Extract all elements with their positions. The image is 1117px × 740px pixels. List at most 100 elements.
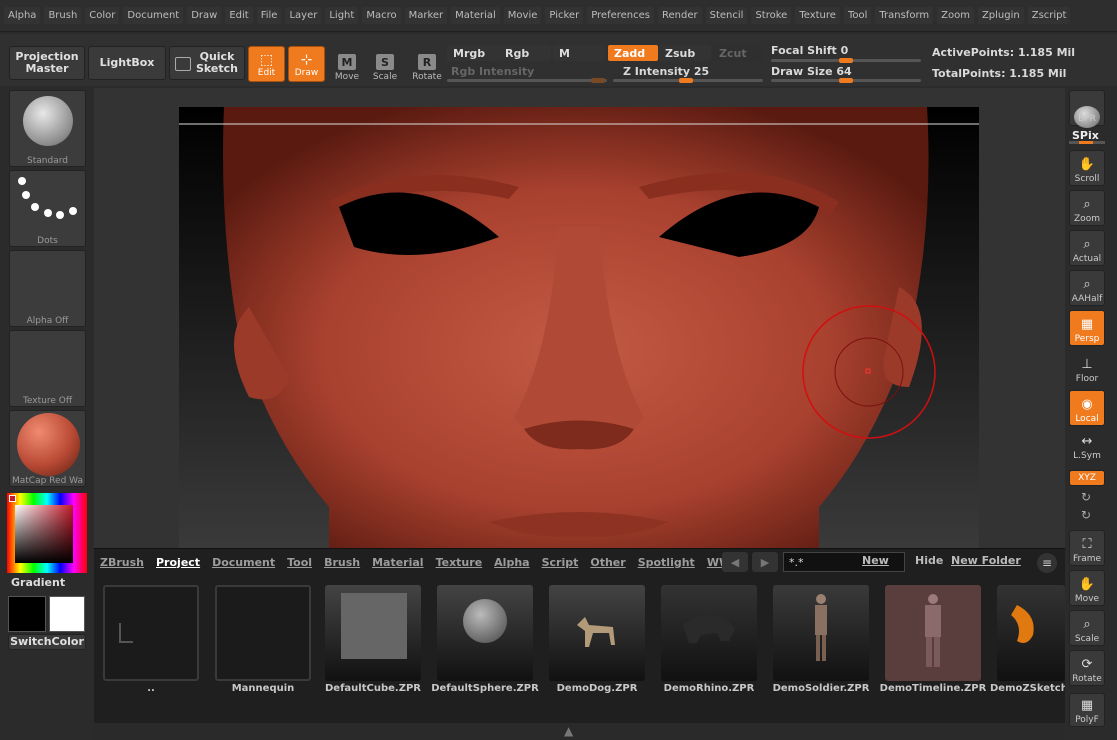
lightbox-item-parent-folder[interactable] [103,585,199,681]
new-button[interactable]: New [862,554,889,567]
primary-color-swatch[interactable] [8,596,46,632]
menu-icon[interactable]: ≡ [1037,553,1057,573]
lightbox-tab-spotlight[interactable]: Spotlight [638,556,695,569]
scale-view-button[interactable]: ⌕ Scale [1069,610,1105,646]
mrgb-button[interactable]: Mrgb [447,45,499,61]
menu-item-document[interactable]: Document [123,7,184,24]
persp-button[interactable]: ▦ Persp [1069,310,1105,346]
zsub-button[interactable]: Zsub [659,45,711,61]
m-button[interactable]: M [553,45,605,61]
projection-master-button[interactable]: Projection Master [9,46,85,80]
quick-sketch-button[interactable]: Quick Sketch [169,46,245,80]
menu-item-render[interactable]: Render [658,7,702,24]
rgb-button[interactable]: Rgb [499,45,551,61]
lightbox-item-demodog[interactable] [549,585,645,681]
menu-item-edit[interactable]: Edit [225,7,253,24]
material-selector[interactable]: MatCap Red Wa [9,410,86,487]
texture-selector[interactable]: Texture Off [9,330,86,407]
new-folder-button[interactable]: New Folder [951,554,1021,567]
color-square[interactable] [15,505,73,563]
menu-item-material[interactable]: Material [451,7,500,24]
draw-size-knob[interactable] [839,78,853,83]
prev-arrow-icon[interactable]: ◀ [722,552,748,572]
move-view-button[interactable]: ✋ Move [1069,570,1105,606]
menu-item-color[interactable]: Color [85,7,120,24]
menu-item-zoom[interactable]: Zoom [937,7,974,24]
menu-item-light[interactable]: Light [325,7,359,24]
lightbox-tab-script[interactable]: Script [542,556,579,569]
rotate-y-icon[interactable]: ↻ [1081,490,1091,504]
menu-item-marker[interactable]: Marker [404,7,448,24]
draw-button[interactable]: ⊹ Draw [288,46,325,82]
frame-button[interactable]: ⛶ Frame [1069,530,1105,566]
rotate-view-button[interactable]: ⟳ Rotate [1069,650,1105,686]
lightbox-tab-other[interactable]: Other [590,556,625,569]
menu-item-file[interactable]: File [256,7,282,24]
floor-button[interactable]: ⊥ Floor [1069,350,1105,386]
scroll-button[interactable]: ✋ Scroll [1069,150,1105,186]
lsym-button[interactable]: ↔ L.Sym [1069,433,1105,463]
focal-shift-knob[interactable] [839,58,853,63]
local-button[interactable]: ◉ Local [1069,390,1105,426]
zoom-button[interactable]: ⌕ Zoom [1069,190,1105,226]
menu-item-transform[interactable]: Transform [875,7,934,24]
menu-item-draw[interactable]: Draw [187,7,222,24]
lightbox-item-defaultcube[interactable] [325,585,421,681]
secondary-color-swatch[interactable] [49,596,85,632]
lightbox-tab-texture[interactable]: Texture [436,556,483,569]
edit-button[interactable]: ⬚ Edit [248,46,285,82]
rotate-z-icon[interactable]: ↻ [1081,508,1091,522]
lightbox-tab-material[interactable]: Material [372,556,423,569]
zadd-button[interactable]: Zadd [608,45,658,61]
menu-item-zplugin[interactable]: Zplugin [977,7,1024,24]
menu-item-macro[interactable]: Macro [362,7,401,24]
lightbox-tab-alpha[interactable]: Alpha [494,556,529,569]
polyf-button[interactable]: ▦ PolyF [1069,693,1105,727]
scale-button[interactable]: S Scale [366,46,404,82]
lightbox-tab-project[interactable]: Project [156,556,200,569]
stroke-selector[interactable]: Dots [9,170,86,247]
viewport[interactable] [94,88,1065,548]
menu-item-stencil[interactable]: Stencil [705,7,748,24]
next-arrow-icon[interactable]: ▶ [752,552,778,572]
spix-knob[interactable] [1079,141,1093,144]
actual-button[interactable]: ⌕ Actual [1069,230,1105,266]
menu-item-tool[interactable]: Tool [843,7,872,24]
lightbox-item-demorhino[interactable] [661,585,757,681]
rotate-button[interactable]: R Rotate [408,46,446,82]
alpha-selector[interactable]: Alpha Off [9,250,86,327]
menu-item-stroke[interactable]: Stroke [751,7,792,24]
lightbox-tab-tool[interactable]: Tool [287,556,312,569]
gradient-label[interactable]: Gradient [11,576,65,589]
collapse-up-icon[interactable]: ▲ [564,724,573,738]
menu-item-alpha[interactable]: Alpha [4,7,41,24]
menu-item-preferences[interactable]: Preferences [587,7,655,24]
lightbox-tab-brush[interactable]: Brush [324,556,360,569]
lightbox-item-demozsketch[interactable] [997,585,1065,681]
lightbox-button[interactable]: LightBox [88,46,166,80]
menu-item-layer[interactable]: Layer [285,7,322,24]
brush-selector[interactable]: Standard [9,90,86,167]
bpr-button[interactable]: BPR [1069,90,1105,128]
xyz-button[interactable]: XYZ [1069,470,1105,486]
color-picker[interactable] [7,493,87,573]
menu-item-movie[interactable]: Movie [503,7,542,24]
lightbox-item-mannequin[interactable] [215,585,311,681]
move-button[interactable]: M Move [328,46,366,82]
aahalf-button[interactable]: ⌕ AAHalf [1069,270,1105,306]
menu-item-zscript[interactable]: Zscript [1027,7,1071,24]
z-intensity-knob[interactable] [679,78,693,83]
menu-item-texture[interactable]: Texture [795,7,840,24]
lightbox-item-defaultsphere[interactable] [437,585,533,681]
hide-button[interactable]: Hide [915,554,943,567]
lightbox-item-demotimeline[interactable] [885,585,981,681]
menu-item-picker[interactable]: Picker [545,7,584,24]
rgb-intensity-slider[interactable] [447,79,607,82]
menu-item-brush[interactable]: Brush [44,7,82,24]
lightbox-tab-zbrush[interactable]: ZBrush [100,556,144,569]
zcut-button[interactable]: Zcut [713,45,763,61]
lightbox-item-demosoldier[interactable] [773,585,869,681]
lightbox-tab-document[interactable]: Document [212,556,275,569]
switch-color-button[interactable]: SwitchColor [8,634,86,650]
rgb-intensity-knob[interactable] [591,78,605,83]
